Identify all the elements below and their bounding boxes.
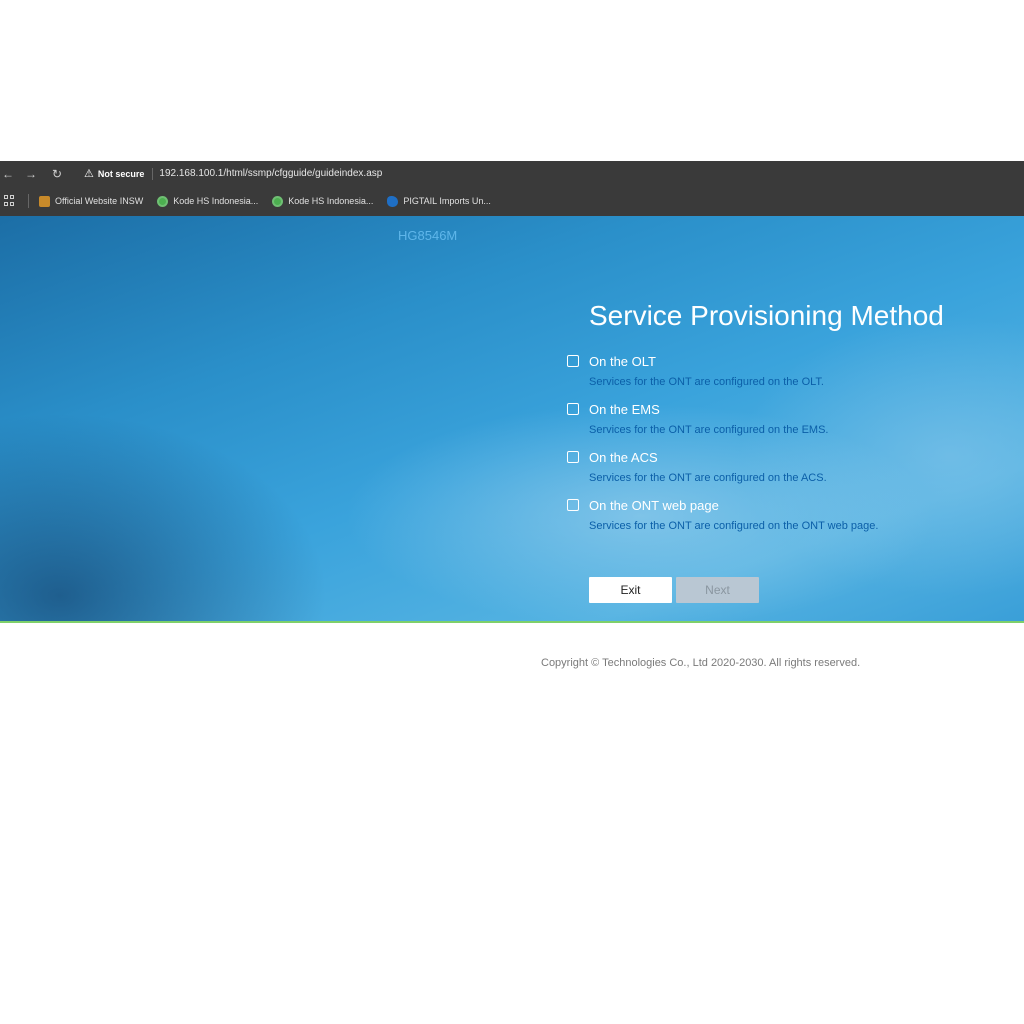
copyright-text: Copyright © Technologies Co., Ltd 2020-2… [541,657,861,669]
insw-favicon-icon [39,195,50,207]
bookmark-insw[interactable]: Official Website INSW [39,195,144,207]
option-description: Services for the ONT are configured on t… [589,520,879,532]
option-olt: On the OLT Services for the ONT are conf… [567,353,1007,388]
bookmark-label: Kode HS Indonesia... [288,196,374,206]
device-model: HG8546M [398,228,458,243]
bookmarks-bar: Official Website INSW Kode HS Indonesia.… [0,186,1024,216]
arrow-right-icon: → [25,166,37,181]
option-label[interactable]: On the ONT web page [589,498,719,513]
forward-button[interactable]: → [18,161,44,186]
reload-icon: ↻ [51,166,63,181]
ems-checkbox[interactable] [567,403,579,415]
url-field[interactable]: 192.168.100.1/html/ssmp/cfgguide/guidein… [159,168,382,179]
acs-checkbox[interactable] [567,451,579,463]
reload-button[interactable]: ↻ [44,161,70,186]
divider [28,194,29,208]
option-description: Services for the ONT are configured on t… [589,472,827,484]
pigtail-favicon-icon [387,195,399,207]
arrow-left-icon: ← [2,166,14,181]
next-button[interactable]: Next [676,577,759,603]
olt-checkbox[interactable] [567,355,579,367]
accent-divider [0,621,1024,623]
exit-button[interactable]: Exit [589,577,672,603]
option-acs: On the ACS Services for the ONT are conf… [567,449,1007,484]
bookmark-kode-hs-2[interactable]: Kode HS Indonesia... [272,195,374,207]
ont-web-page-checkbox[interactable] [567,499,579,511]
option-label[interactable]: On the OLT [589,354,656,369]
bookmark-kode-hs-1[interactable]: Kode HS Indonesia... [157,195,259,207]
warning-icon: ⚠ [84,168,94,180]
back-button[interactable]: ← [0,161,18,186]
kode-hs-favicon-icon [272,195,284,207]
address-bar: ← → ↻ ⚠ Not secure 192.168.100.1/html/ss… [0,161,1024,186]
bookmark-pigtail[interactable]: PIGTAIL Imports Un... [387,195,491,207]
option-ems: On the EMS Services for the ONT are conf… [567,401,1007,436]
bookmark-label: Kode HS Indonesia... [173,196,259,206]
option-description: Services for the ONT are configured on t… [589,424,829,436]
option-ont-web-page: On the ONT web page Services for the ONT… [567,497,1007,532]
option-description: Services for the ONT are configured on t… [589,376,824,388]
apps-grid-icon[interactable] [4,195,16,207]
option-label[interactable]: On the ACS [589,450,658,465]
divider [152,167,154,180]
site-security-indicator[interactable]: ⚠ Not secure [84,167,144,180]
kode-hs-favicon-icon [157,195,169,207]
bookmark-label: Official Website INSW [55,196,144,206]
bookmark-label: PIGTAIL Imports Un... [403,196,491,206]
page-title: Service Provisioning Method [589,300,944,331]
option-label[interactable]: On the EMS [589,402,660,417]
security-label: Not secure [97,168,145,179]
